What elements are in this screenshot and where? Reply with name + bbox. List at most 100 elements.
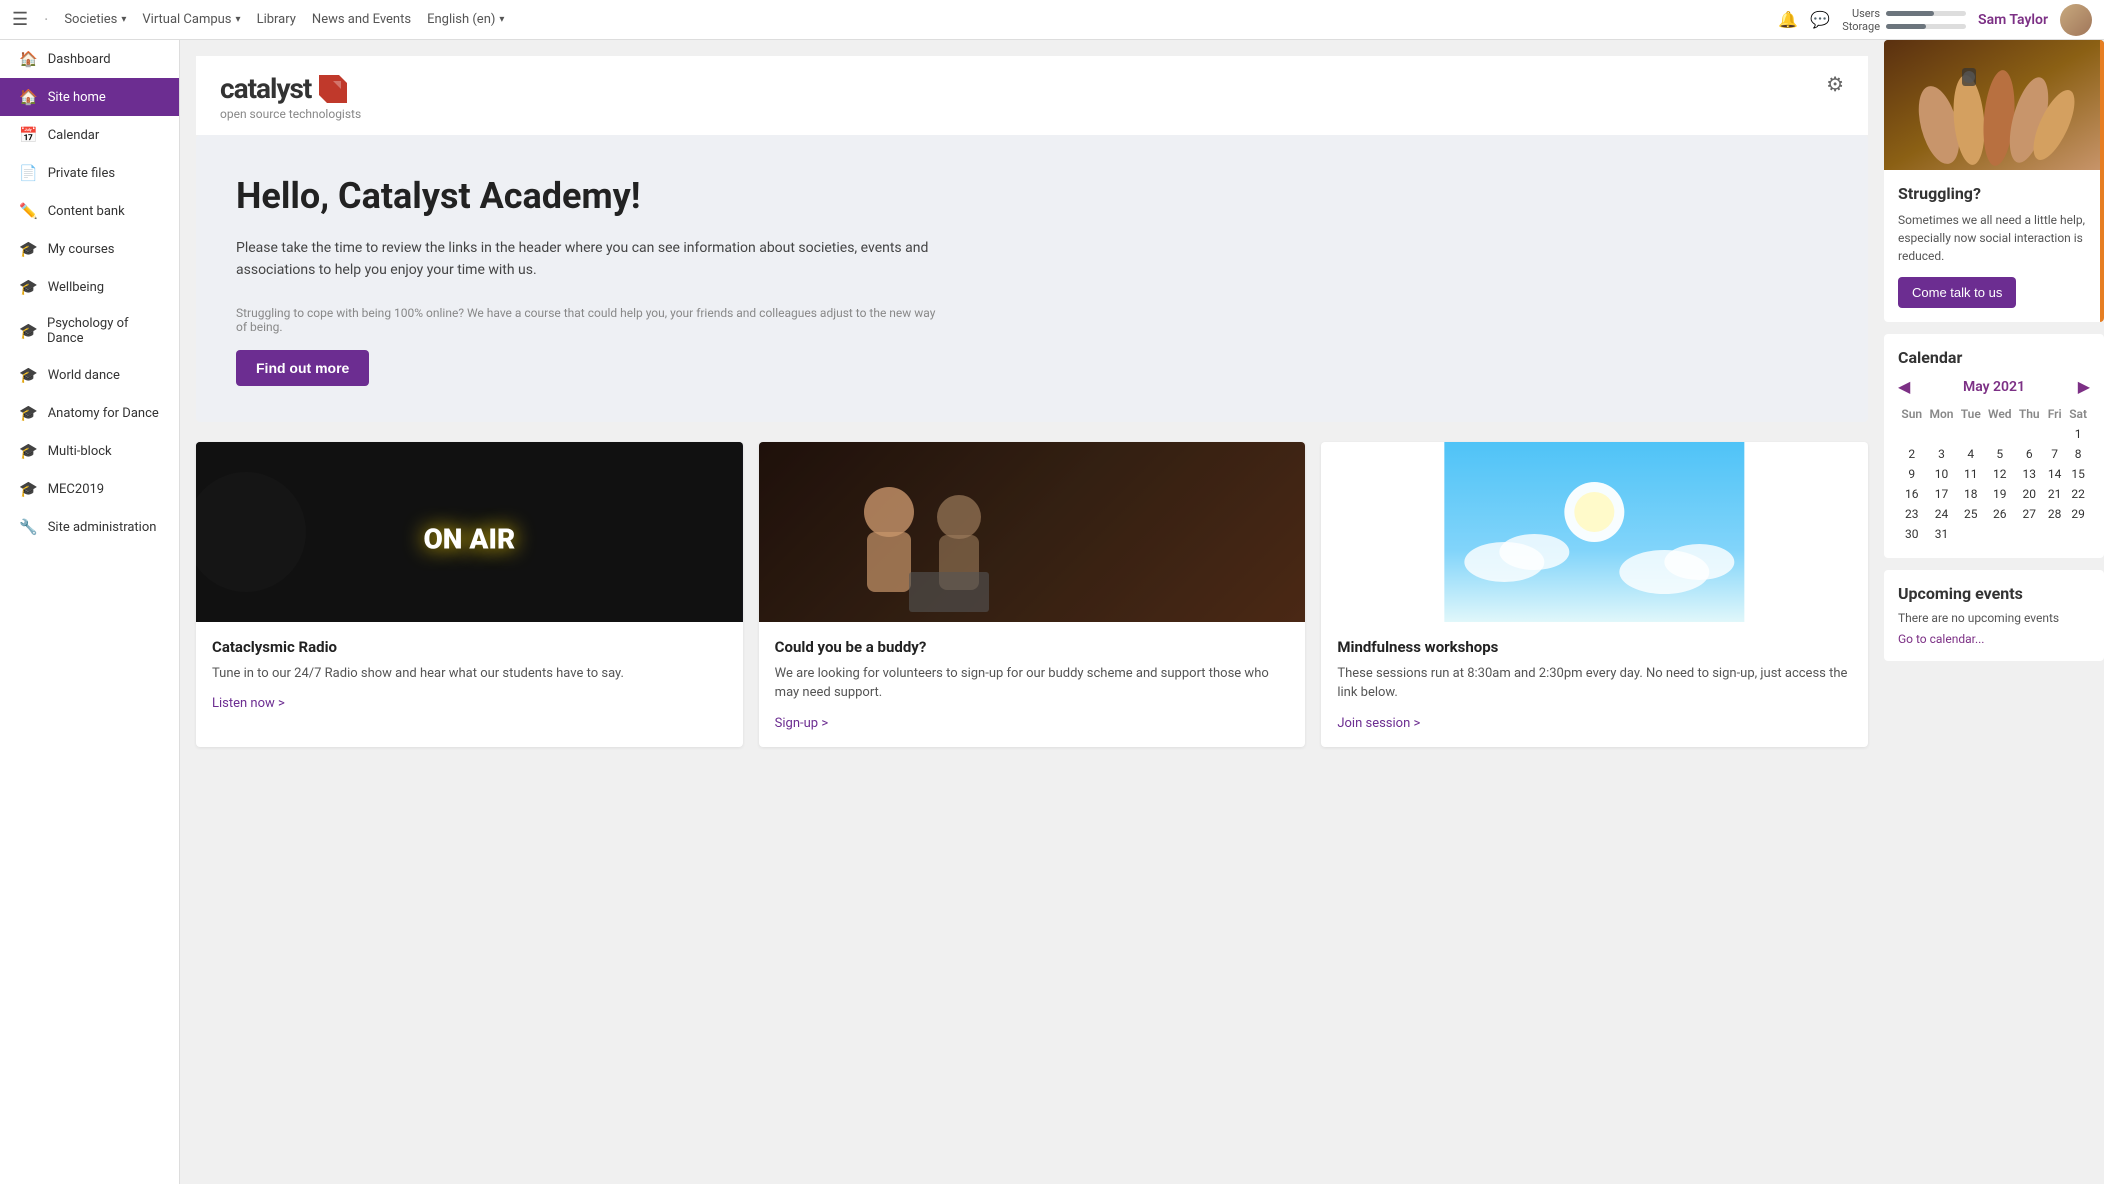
avatar[interactable]: [2060, 4, 2092, 36]
cal-day-20[interactable]: 20: [2015, 484, 2043, 504]
cal-day-header-fri: Fri: [2043, 404, 2066, 424]
cal-day-4[interactable]: 4: [1957, 444, 1984, 464]
cal-day-27[interactable]: 27: [2015, 504, 2043, 524]
cal-day-11[interactable]: 11: [1957, 464, 1984, 484]
sidebar-item-mec2019[interactable]: 🎓MEC2019: [0, 470, 179, 508]
sidebar-item-world-dance[interactable]: 🎓World dance: [0, 356, 179, 394]
cal-day-29[interactable]: 29: [2066, 504, 2090, 524]
no-events-text: There are no upcoming events: [1898, 611, 2090, 625]
card-text-mindfulness: These sessions run at 8:30am and 2:30pm …: [1337, 664, 1852, 703]
language-label: English (en): [427, 12, 495, 27]
sidebar-icon-content-bank: ✏️: [19, 202, 38, 220]
cal-day-25[interactable]: 25: [1957, 504, 1984, 524]
card-link-buddy[interactable]: Sign-up >: [775, 716, 828, 731]
societies-menu[interactable]: Societies ▾: [64, 12, 126, 27]
cal-empty-day: [1926, 424, 1958, 444]
calendar-week-row: 23242526272829: [1898, 504, 2090, 524]
news-events-link[interactable]: News and Events: [312, 12, 411, 27]
messages-icon[interactable]: 💬: [1810, 10, 1830, 29]
cal-day-3[interactable]: 3: [1926, 444, 1958, 464]
prev-month-button[interactable]: ◀: [1898, 377, 1910, 396]
sidebar-item-psychology-of-dance[interactable]: 🎓Psychology of Dance: [0, 306, 179, 356]
storage-fill: [1886, 24, 1926, 29]
card-radio: ON AIR Cataclysmic Radio Tune in to our …: [196, 442, 743, 747]
sidebar-item-content-bank[interactable]: ✏️Content bank: [0, 192, 179, 230]
sidebar-item-site-admin[interactable]: 🔧 Site administration: [0, 508, 179, 546]
cal-empty-day: [2043, 424, 2066, 444]
sidebar-item-anatomy-for-dance[interactable]: 🎓Anatomy for Dance: [0, 394, 179, 432]
sidebar-item-calendar[interactable]: 📅Calendar: [0, 116, 179, 154]
sidebar-icon-site-admin: 🔧: [19, 518, 38, 536]
card-link-mindfulness[interactable]: Join session >: [1337, 716, 1420, 731]
cal-day-15[interactable]: 15: [2066, 464, 2090, 484]
user-info: Users Storage: [1842, 7, 1966, 33]
cal-day-31[interactable]: 31: [1926, 524, 1958, 544]
sidebar-item-wellbeing[interactable]: 🎓Wellbeing: [0, 268, 179, 306]
sidebar-label-my-courses: My courses: [48, 242, 115, 257]
card-mindfulness: Mindfulness workshops These sessions run…: [1321, 442, 1868, 747]
sidebar-item-site-home[interactable]: 🏠Site home: [0, 78, 179, 116]
cal-day-18[interactable]: 18: [1957, 484, 1984, 504]
cal-day-22[interactable]: 22: [2066, 484, 2090, 504]
cal-empty-day: [1984, 424, 2015, 444]
cal-empty-day: [2015, 424, 2043, 444]
cal-day-7[interactable]: 7: [2043, 444, 2066, 464]
cal-day-1[interactable]: 1: [2066, 424, 2090, 444]
card-link-radio[interactable]: Listen now >: [212, 696, 285, 711]
user-name[interactable]: Sam Taylor: [1978, 12, 2048, 28]
language-menu[interactable]: English (en) ▾: [427, 12, 504, 27]
go-to-calendar-link[interactable]: Go to calendar...: [1898, 632, 1984, 646]
cal-day-6[interactable]: 6: [2015, 444, 2043, 464]
cal-day-9[interactable]: 9: [1898, 464, 1926, 484]
library-link[interactable]: Library: [257, 12, 296, 27]
cal-day-21[interactable]: 21: [2043, 484, 2066, 504]
virtual-campus-dropdown-icon: ▾: [236, 14, 241, 25]
sidebar-label-private-files: Private files: [48, 166, 115, 181]
cal-day-14[interactable]: 14: [2043, 464, 2066, 484]
cal-day-17[interactable]: 17: [1926, 484, 1958, 504]
settings-icon[interactable]: ⚙: [1826, 72, 1844, 96]
sidebar-label-calendar: Calendar: [48, 128, 100, 143]
cal-day-16[interactable]: 16: [1898, 484, 1926, 504]
card-text-radio: Tune in to our 24/7 Radio show and hear …: [212, 664, 727, 684]
calendar-week-row: 16171819202122: [1898, 484, 2090, 504]
card-buddy: Could you be a buddy? We are looking for…: [759, 442, 1306, 747]
app-layout: 🏠Dashboard🏠Site home📅Calendar📄Private fi…: [0, 40, 2104, 1184]
cal-day-5[interactable]: 5: [1984, 444, 2015, 464]
notifications-icon[interactable]: 🔔: [1778, 10, 1798, 29]
virtual-campus-menu[interactable]: Virtual Campus ▾: [142, 12, 240, 27]
hero-section: Hello, Catalyst Academy! Please take the…: [196, 135, 1868, 422]
cal-day-12[interactable]: 12: [1984, 464, 2015, 484]
sidebar-item-private-files[interactable]: 📄Private files: [0, 154, 179, 192]
cal-empty-day: [1984, 524, 2015, 544]
sidebar-label-site-admin: Site administration: [48, 520, 157, 535]
users-fill: [1886, 11, 1934, 16]
sidebar-item-dashboard[interactable]: 🏠Dashboard: [0, 40, 179, 78]
sidebar: 🏠Dashboard🏠Site home📅Calendar📄Private fi…: [0, 40, 180, 1184]
users-bar: [1886, 11, 1966, 16]
struggling-body: Struggling? Sometimes we all need a litt…: [1884, 170, 2104, 322]
find-out-more-button[interactable]: Find out more: [236, 350, 369, 386]
next-month-button[interactable]: ▶: [2078, 377, 2090, 396]
storage-label: Storage: [1842, 20, 1880, 33]
menu-toggle-icon[interactable]: ☰: [12, 9, 28, 30]
card-body-buddy: Could you be a buddy? We are looking for…: [759, 622, 1306, 747]
cal-day-24[interactable]: 24: [1926, 504, 1958, 524]
cal-day-19[interactable]: 19: [1984, 484, 2015, 504]
cal-day-28[interactable]: 28: [2043, 504, 2066, 524]
cal-day-10[interactable]: 10: [1926, 464, 1958, 484]
sidebar-icon-psychology-of-dance: 🎓: [19, 322, 37, 340]
cal-day-30[interactable]: 30: [1898, 524, 1926, 544]
sidebar-item-my-courses[interactable]: 🎓My courses: [0, 230, 179, 268]
virtual-campus-label: Virtual Campus: [142, 12, 231, 27]
struggling-text: Sometimes we all need a little help, esp…: [1898, 211, 2090, 265]
cal-day-23[interactable]: 23: [1898, 504, 1926, 524]
sidebar-label-world-dance: World dance: [48, 368, 120, 383]
cal-day-2[interactable]: 2: [1898, 444, 1926, 464]
brand-logo-icon: [319, 75, 347, 103]
sidebar-item-multi-block[interactable]: 🎓Multi-block: [0, 432, 179, 470]
cal-day-8[interactable]: 8: [2066, 444, 2090, 464]
cal-day-26[interactable]: 26: [1984, 504, 2015, 524]
come-talk-button[interactable]: Come talk to us: [1898, 277, 2016, 308]
cal-day-13[interactable]: 13: [2015, 464, 2043, 484]
